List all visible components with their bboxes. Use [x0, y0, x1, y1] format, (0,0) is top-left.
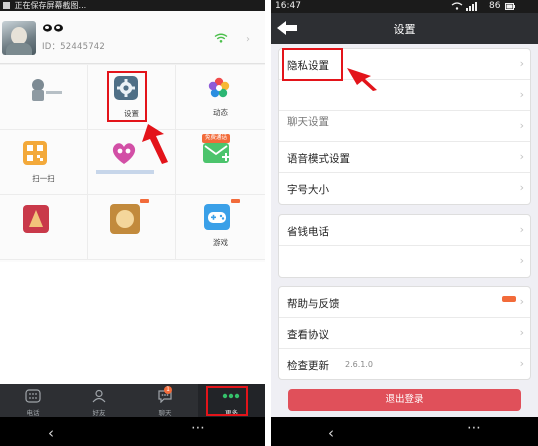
- page-header: 设置: [271, 13, 538, 44]
- chevron-right-icon: ›: [519, 150, 524, 163]
- menu-dots-icon[interactable]: ⋯: [467, 420, 482, 436]
- new-badge: [502, 296, 516, 302]
- left-phone-screen: 正在保存屏幕截图... ID：52445742 › 设置 动态 扫一扫 免费通话…: [0, 0, 265, 446]
- battery-icon: [505, 3, 515, 10]
- back-icon[interactable]: ‹: [48, 424, 54, 442]
- dialpad-icon: [25, 389, 41, 403]
- back-icon[interactable]: ‹: [328, 424, 334, 442]
- chevron-right-icon: ›: [519, 326, 524, 339]
- voice-mode-settings-row[interactable]: 语音模式设置 ›: [279, 142, 530, 173]
- qr-scan-icon: [23, 141, 47, 165]
- blank-area: [0, 262, 265, 384]
- grid-cell-blurred-1[interactable]: [0, 65, 88, 130]
- tab-label: 聊天: [158, 409, 172, 417]
- logout-button[interactable]: 退出登录: [288, 389, 521, 411]
- chevron-right-icon: ›: [246, 34, 250, 45]
- status-text: 正在保存屏幕截图...: [14, 1, 87, 10]
- chat-unread-badge: 1: [164, 386, 172, 394]
- mail-plus-icon: [203, 143, 230, 163]
- page-title: 设置: [393, 23, 416, 36]
- moments-icon: [208, 77, 230, 98]
- red-arrow-icon: [347, 68, 377, 91]
- tab-label: 好友: [92, 409, 106, 417]
- help-feedback-row[interactable]: 帮助与反馈 ›: [279, 287, 530, 318]
- blank-settings-row[interactable]: ›: [279, 80, 530, 111]
- settings-group-2: 省钱电话 › ›: [278, 214, 531, 278]
- chevron-right-icon: ›: [519, 223, 524, 236]
- row-label: 查看协议: [287, 329, 329, 341]
- new-badge: [140, 199, 149, 203]
- more-tab-highlight-box: [206, 386, 248, 416]
- chevron-right-icon: ›: [519, 181, 524, 194]
- heart-chat-icon: [112, 143, 136, 164]
- signal-icons: [451, 2, 477, 11]
- chevron-right-icon: ›: [519, 254, 524, 267]
- grid-cell-games[interactable]: 游戏: [176, 195, 265, 260]
- tab-label: 电话: [26, 409, 40, 417]
- moments-label: 动态: [213, 108, 228, 117]
- notification-icon: [3, 2, 10, 9]
- row-label: 检查更新: [287, 360, 329, 372]
- tab-phone[interactable]: 电话: [0, 384, 66, 417]
- chevron-right-icon: ›: [519, 357, 524, 370]
- system-nav-bar: ‹ ⋯: [271, 417, 538, 446]
- grid-cell-free-call[interactable]: 免费通话: [176, 130, 265, 195]
- nickname-glyph-icon: [43, 24, 63, 32]
- font-size-row[interactable]: 字号大小 ›: [279, 173, 530, 204]
- scan-label: 扫一扫: [32, 174, 55, 183]
- row-label: 聊天设置: [287, 116, 329, 128]
- view-agreement-row[interactable]: 查看协议 ›: [279, 318, 530, 349]
- chat-settings-row[interactable]: 聊天设置 ›: [279, 111, 530, 142]
- blurred-label: [96, 170, 154, 174]
- avatar[interactable]: [2, 21, 36, 55]
- profile-card[interactable]: ID：52445742 ›: [0, 11, 265, 64]
- wifi-icon: [214, 33, 228, 43]
- row-label: 帮助与反馈: [287, 298, 340, 310]
- row-label: 语音模式设置: [287, 153, 350, 165]
- row-label: 省钱电话: [287, 226, 329, 238]
- chevron-right-icon: ›: [519, 295, 524, 308]
- user-id: ID：52445742: [42, 42, 106, 52]
- grid-cell-blurred-4[interactable]: [88, 195, 176, 260]
- grid-cell-scan[interactable]: 扫一扫: [0, 130, 88, 195]
- app-gold-icon: [110, 204, 140, 234]
- grid-cell-blurred-3[interactable]: [0, 195, 88, 260]
- row-label: 字号大小: [287, 184, 329, 196]
- chevron-right-icon: ›: [519, 57, 524, 70]
- gamepad-icon: [204, 204, 230, 230]
- battery-level: 86: [489, 1, 501, 11]
- new-badge: [231, 199, 240, 203]
- friends-icon: [92, 389, 106, 403]
- system-nav-bar: ‹ ⋯: [0, 417, 265, 446]
- blank-settings-row[interactable]: ›: [279, 246, 530, 277]
- free-call-badge: 免费通话: [202, 134, 231, 143]
- chevron-right-icon: ›: [519, 88, 524, 101]
- games-label: 游戏: [213, 238, 228, 247]
- save-money-call-row[interactable]: 省钱电话 ›: [279, 215, 530, 246]
- right-phone-screen: 16:47 86 设置 隐私设置 › › 聊天设置 › 语音模式设置 › 字号大…: [271, 0, 538, 446]
- status-bar: 正在保存屏幕截图...: [0, 0, 265, 11]
- chevron-right-icon: ›: [519, 119, 524, 132]
- robot-figure-icon: [32, 79, 62, 101]
- menu-dots-icon[interactable]: ⋯: [191, 420, 206, 436]
- grid-cell-moments[interactable]: 动态: [176, 65, 265, 130]
- app-red-icon: [23, 205, 49, 233]
- settings-group-3: 帮助与反馈 › 查看协议 › 检查更新 2.6.1.0 ›: [278, 286, 531, 380]
- settings-highlight-box: [107, 71, 147, 122]
- tab-friends[interactable]: 好友: [66, 384, 132, 417]
- status-bar: 16:47 86: [271, 0, 538, 13]
- clock: 16:47: [275, 1, 301, 11]
- check-update-row[interactable]: 检查更新 2.6.1.0 ›: [279, 349, 530, 380]
- version-value: 2.6.1.0: [345, 360, 373, 369]
- privacy-highlight-box: [282, 48, 343, 81]
- red-arrow-icon: [142, 124, 168, 164]
